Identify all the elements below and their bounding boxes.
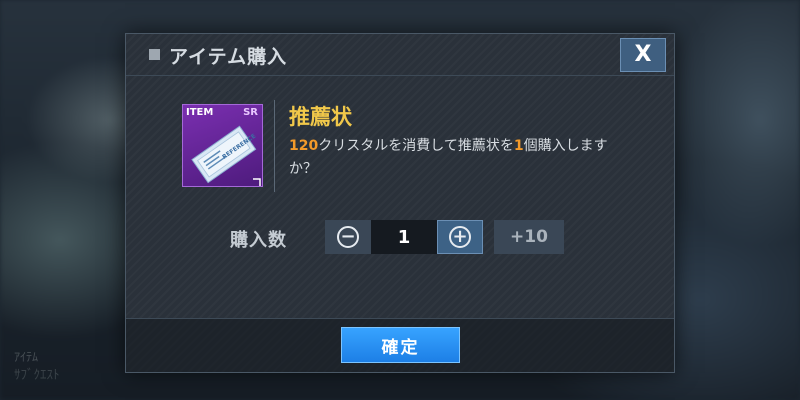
dialog-footer: 確定 (126, 318, 674, 372)
background-text: ｱｲﾃﾑ (14, 350, 39, 364)
minus-circle-icon: − (337, 226, 359, 248)
item-card: ITEM SR REFERENCE (182, 104, 263, 187)
increase-button[interactable]: + (437, 220, 483, 254)
item-rarity: SR (243, 107, 258, 118)
title-square-icon (149, 49, 160, 60)
decrease-button[interactable]: − (325, 220, 371, 254)
quantity-label: 購入数 (230, 230, 287, 251)
plus-ten-button[interactable]: +10 (494, 220, 564, 254)
dialog-title: アイテム購入 (169, 46, 288, 68)
item-name: 推薦状 (289, 105, 352, 129)
dialog-header: アイテム購入 X (126, 34, 674, 76)
card-divider (274, 100, 275, 192)
purchase-message: 120クリスタルを消費して推薦状を1個購入しますか？ (289, 135, 609, 181)
confirm-button[interactable]: 確定 (341, 327, 460, 363)
close-icon: X (634, 42, 652, 67)
recommendation-letter-icon: REFERENCE (191, 125, 261, 186)
close-button[interactable]: X (620, 38, 666, 72)
quantity-value: 1 (371, 220, 437, 254)
purchase-count: 1 (513, 138, 524, 154)
plus-circle-icon: + (449, 226, 471, 248)
background-text: ｻﾌﾞｸｴｽﾄ (14, 368, 60, 383)
item-tag: ITEM (186, 107, 214, 118)
purchase-dialog: アイテム購入 X ITEM SR REFERENCE 推薦状 120クリスタルを… (125, 33, 675, 373)
cost-amount: 120 (289, 138, 319, 154)
message-text: クリスタルを消費して推薦状を (318, 138, 514, 154)
